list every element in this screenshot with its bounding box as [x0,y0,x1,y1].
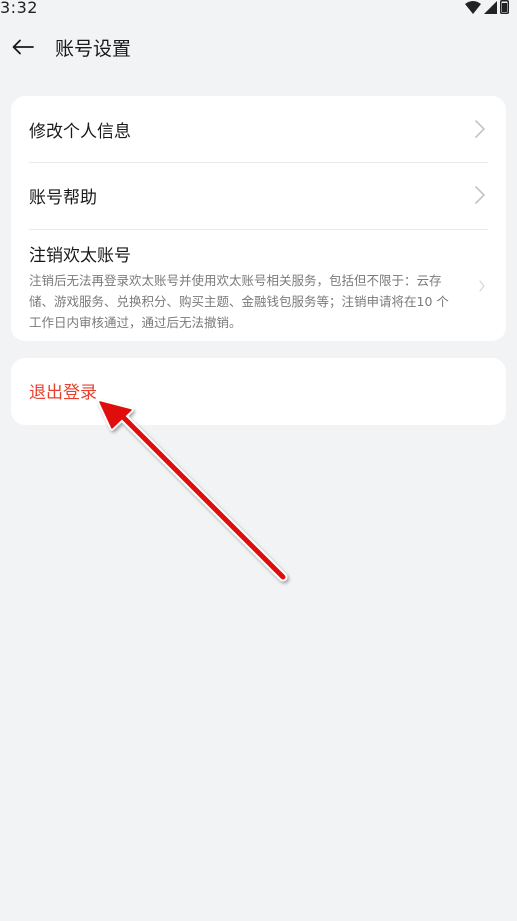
status-time: 3:32 [0,0,38,17]
page-title: 账号设置 [55,38,132,60]
battery-icon [500,0,509,18]
edit-profile-row[interactable]: 修改个人信息 [29,96,488,162]
deactivate-account-row[interactable]: 注销欢太账号 注销后无法再登录欢太账号并使用欢太账号相关服务，包括但不限于：云存… [29,230,488,341]
edit-profile-label: 修改个人信息 [29,122,131,142]
account-help-label: 账号帮助 [29,188,97,208]
account-help-row[interactable]: 账号帮助 [29,163,488,229]
logout-label: 退出登录 [29,383,97,403]
chevron-right-icon [474,120,486,138]
chevron-right-icon [478,277,486,292]
status-bar: 3:32 [0,0,517,20]
wifi-icon [465,0,481,18]
settings-card: 修改个人信息 账号帮助 注销欢太账号 注销后无法再登录欢太账号并使用欢太账号相关… [11,96,506,341]
chevron-right-icon [474,186,486,204]
logout-button[interactable]: 退出登录 [11,358,506,425]
deactivate-account-label: 注销欢太账号 [29,246,131,266]
status-icons [465,0,509,16]
app-header: 账号设置 [0,28,517,70]
back-button[interactable] [8,34,38,64]
deactivate-account-description: 注销后无法再登录欢太账号并使用欢太账号相关服务，包括但不限于：云存储、游戏服务、… [29,273,449,330]
arrow-left-icon [12,39,34,59]
signal-icon [484,0,497,18]
